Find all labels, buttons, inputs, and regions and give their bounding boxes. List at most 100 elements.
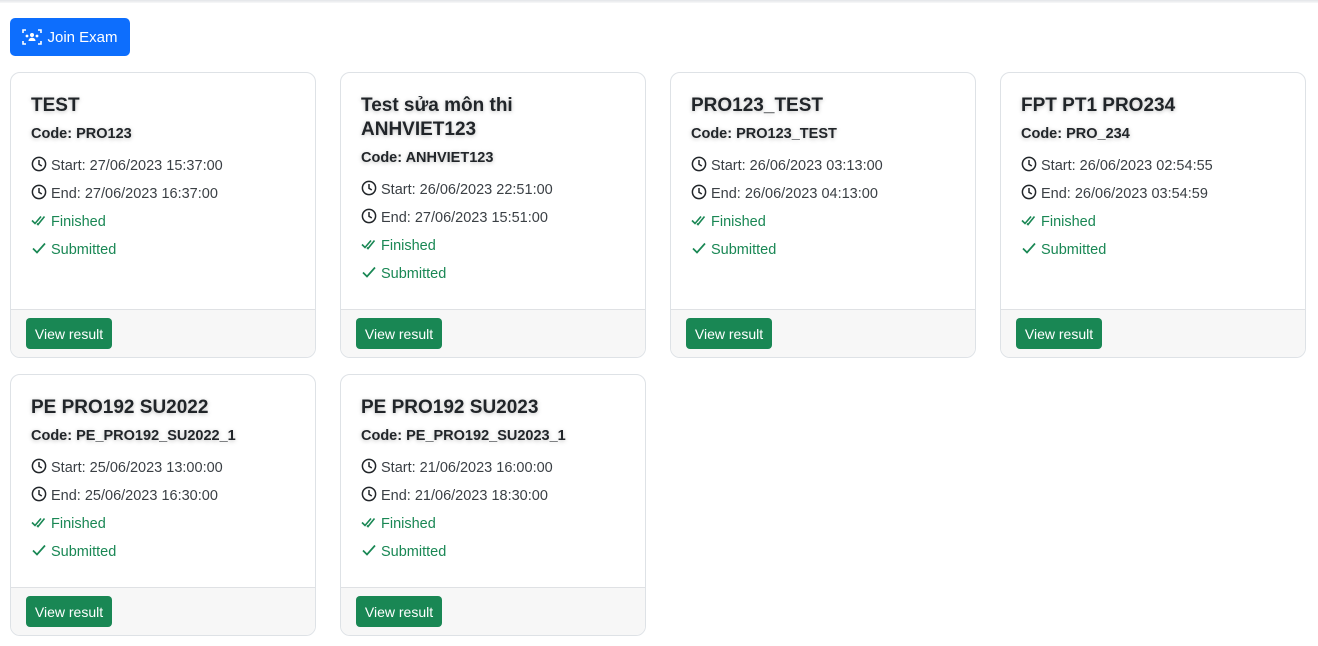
- clock-icon: [361, 458, 381, 478]
- exam-submission: Submitted: [31, 538, 295, 566]
- exam-end: End: 26/06/2023 04:13:00: [691, 180, 955, 208]
- exam-status: Finished: [361, 510, 625, 538]
- exam-card: TEST Code: PRO123 Start: 27/06/2023 15:3…: [10, 72, 316, 358]
- check-icon: [1021, 240, 1041, 260]
- exam-end-text: End: 27/06/2023 16:37:00: [51, 186, 218, 202]
- exam-submission: Submitted: [691, 236, 955, 264]
- exam-end-text: End: 26/06/2023 03:54:59: [1041, 186, 1208, 202]
- card-footer: View result: [11, 309, 315, 357]
- exam-submission: Submitted: [361, 260, 625, 288]
- exam-status: Finished: [691, 208, 955, 236]
- clock-icon: [691, 156, 711, 176]
- exam-start: Start: 25/06/2023 13:00:00: [31, 454, 295, 482]
- clock-icon: [361, 208, 381, 228]
- exam-status: Finished: [31, 208, 295, 236]
- view-result-button[interactable]: View result: [26, 596, 112, 627]
- check-icon: [31, 542, 51, 562]
- exam-start: Start: 26/06/2023 22:51:00: [361, 176, 625, 204]
- join-exam-button[interactable]: Join Exam: [10, 18, 130, 56]
- exam-card: FPT PT1 PRO234 Code: PRO_234 Start: 26/0…: [1000, 72, 1306, 358]
- clock-icon: [1021, 184, 1041, 204]
- check-icon: [361, 542, 381, 562]
- double-check-icon: [31, 212, 51, 232]
- double-check-icon: [691, 212, 711, 232]
- exam-submission-text: Submitted: [381, 266, 447, 282]
- double-check-icon: [361, 236, 381, 256]
- exam-code: Code: PRO123: [31, 126, 132, 142]
- exam-card: PE PRO192 SU2022 Code: PE_PRO192_SU2022_…: [10, 374, 316, 636]
- card-footer: View result: [671, 309, 975, 357]
- exam-status-text: Finished: [711, 214, 766, 230]
- exam-start-text: Start: 26/06/2023 03:13:00: [711, 158, 883, 174]
- clock-icon: [31, 156, 51, 176]
- exam-start-text: Start: 26/06/2023 22:51:00: [381, 182, 553, 198]
- exam-start: Start: 27/06/2023 15:37:00: [31, 152, 295, 180]
- view-result-button[interactable]: View result: [356, 318, 442, 349]
- exam-code: Code: PE_PRO192_SU2022_1: [31, 428, 236, 444]
- exam-submission: Submitted: [361, 538, 625, 566]
- exam-title: PRO123_TEST: [691, 95, 823, 116]
- exam-code: Code: ANHVIET123: [361, 150, 494, 166]
- exam-start: Start: 26/06/2023 03:13:00: [691, 152, 955, 180]
- exam-submission-text: Submitted: [51, 242, 117, 258]
- card-footer: View result: [341, 587, 645, 635]
- people-group-icon: [22, 29, 43, 45]
- exam-end-text: End: 25/06/2023 16:30:00: [51, 488, 218, 504]
- clock-icon: [31, 486, 51, 506]
- join-exam-label: Join Exam: [47, 28, 118, 46]
- view-result-button[interactable]: View result: [1016, 318, 1102, 349]
- exam-submission-text: Submitted: [711, 242, 777, 258]
- double-check-icon: [1021, 212, 1041, 232]
- view-result-button[interactable]: View result: [686, 318, 772, 349]
- exam-submission: Submitted: [31, 236, 295, 264]
- exam-title: Test sửa môn thi ANHVIET123: [361, 95, 513, 140]
- exam-end: End: 27/06/2023 15:51:00: [361, 204, 625, 232]
- exam-status-text: Finished: [51, 516, 106, 532]
- exam-end: End: 27/06/2023 16:37:00: [31, 180, 295, 208]
- exam-end: End: 25/06/2023 16:30:00: [31, 482, 295, 510]
- check-icon: [361, 264, 381, 284]
- double-check-icon: [31, 514, 51, 534]
- check-icon: [691, 240, 711, 260]
- exam-start: Start: 21/06/2023 16:00:00: [361, 454, 625, 482]
- card-footer: View result: [1001, 309, 1305, 357]
- exam-submission: Submitted: [1021, 236, 1285, 264]
- exam-end-text: End: 26/06/2023 04:13:00: [711, 186, 878, 202]
- exam-submission-text: Submitted: [51, 544, 117, 560]
- exam-status: Finished: [1021, 208, 1285, 236]
- exam-code: Code: PE_PRO192_SU2023_1: [361, 428, 566, 444]
- exam-end-text: End: 21/06/2023 18:30:00: [381, 488, 548, 504]
- exam-start: Start: 26/06/2023 02:54:55: [1021, 152, 1285, 180]
- exam-card: PE PRO192 SU2023 Code: PE_PRO192_SU2023_…: [340, 374, 646, 636]
- exam-start-text: Start: 25/06/2023 13:00:00: [51, 460, 223, 476]
- top-divider: [0, 0, 1318, 3]
- exam-title: TEST: [31, 95, 80, 116]
- card-footer: View result: [341, 309, 645, 357]
- clock-icon: [31, 184, 51, 204]
- exam-title: FPT PT1 PRO234: [1021, 95, 1176, 116]
- exam-status-text: Finished: [381, 238, 436, 254]
- view-result-button[interactable]: View result: [356, 596, 442, 627]
- clock-icon: [361, 486, 381, 506]
- exam-status-text: Finished: [51, 214, 106, 230]
- check-icon: [31, 240, 51, 260]
- exam-status-text: Finished: [381, 516, 436, 532]
- clock-icon: [31, 458, 51, 478]
- exam-end: End: 21/06/2023 18:30:00: [361, 482, 625, 510]
- exam-code: Code: PRO123_TEST: [691, 126, 837, 142]
- exam-start-text: Start: 27/06/2023 15:37:00: [51, 158, 223, 174]
- clock-icon: [1021, 156, 1041, 176]
- view-result-button[interactable]: View result: [26, 318, 112, 349]
- exam-submission-text: Submitted: [1041, 242, 1107, 258]
- exam-status-text: Finished: [1041, 214, 1096, 230]
- exam-end: End: 26/06/2023 03:54:59: [1021, 180, 1285, 208]
- exam-status: Finished: [31, 510, 295, 538]
- card-footer: View result: [11, 587, 315, 635]
- exam-card: PRO123_TEST Code: PRO123_TEST Start: 26/…: [670, 72, 976, 358]
- exam-title: PE PRO192 SU2023: [361, 397, 539, 418]
- exam-submission-text: Submitted: [381, 544, 447, 560]
- exam-start-text: Start: 26/06/2023 02:54:55: [1041, 158, 1213, 174]
- exam-code: Code: PRO_234: [1021, 126, 1130, 142]
- clock-icon: [361, 180, 381, 200]
- clock-icon: [691, 184, 711, 204]
